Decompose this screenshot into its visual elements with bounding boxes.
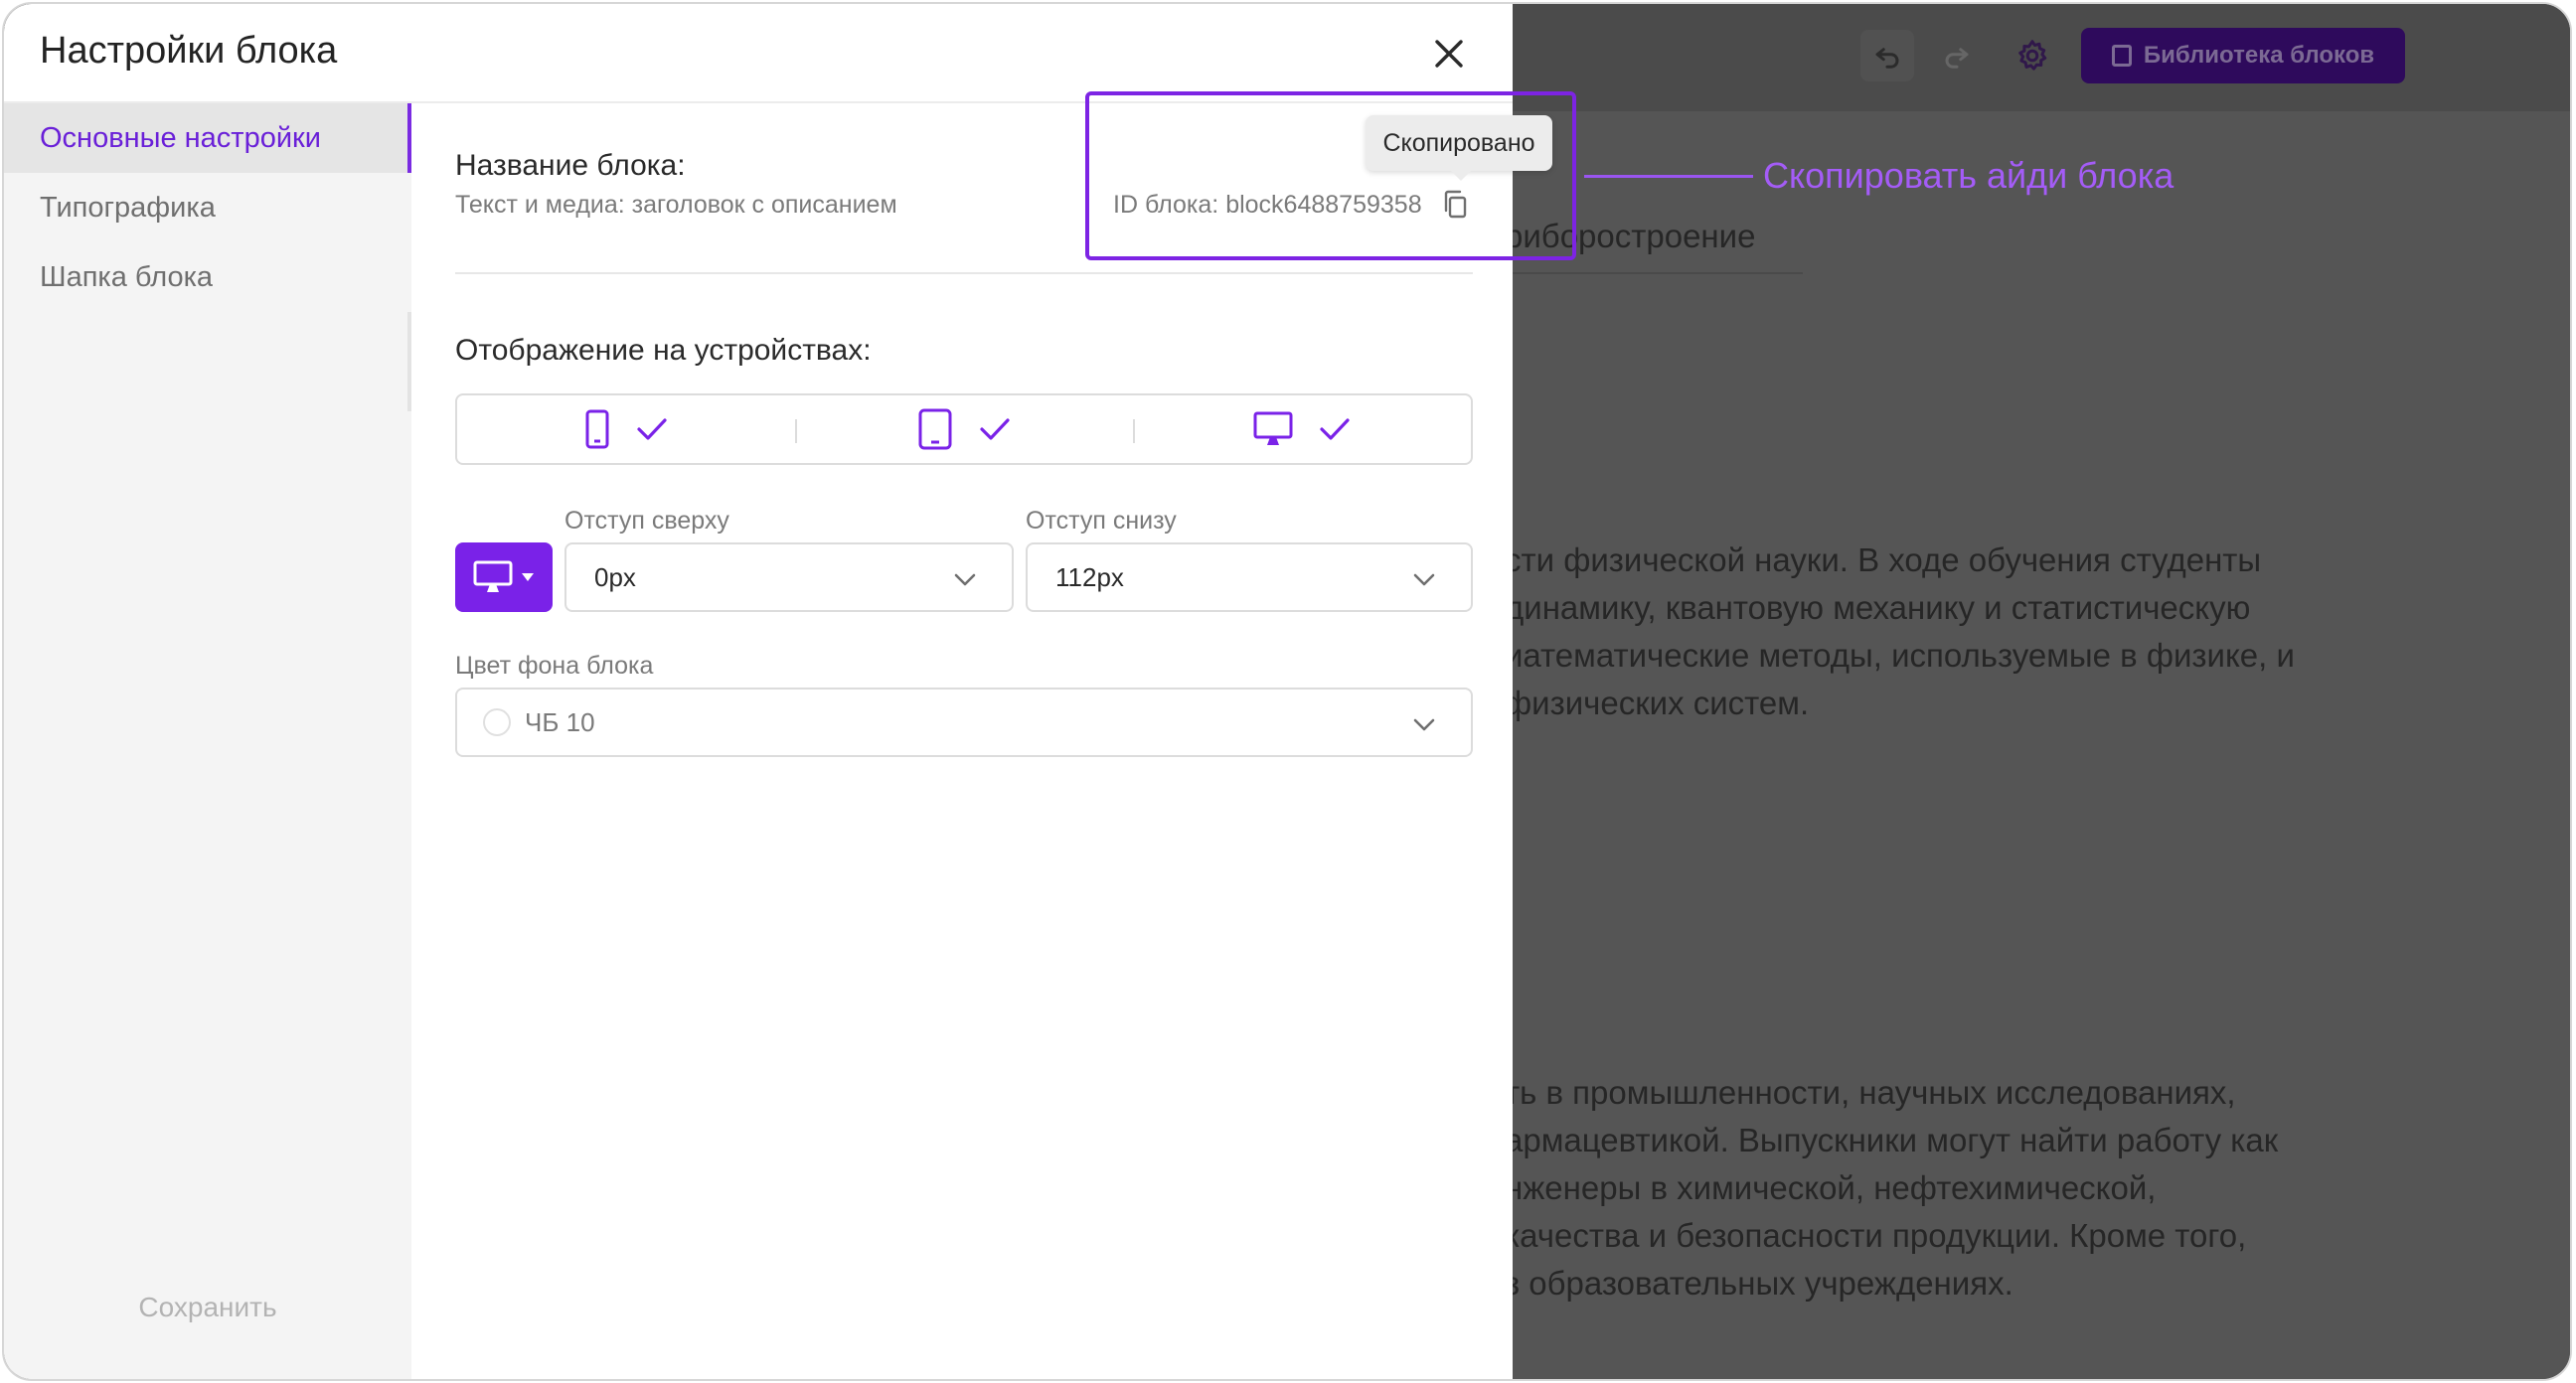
settings-content: Название блока: Текст и медиа: заголовок… [411, 103, 1513, 1379]
tablet-icon [918, 408, 952, 450]
padding-bottom-label: Отступ снизу [1026, 507, 1177, 535]
content-divider [455, 272, 1473, 274]
devices-label: Отображение на устройствах: [455, 334, 872, 367]
device-toggle-desktop[interactable] [1133, 395, 1471, 463]
background-divider [1505, 272, 1803, 274]
bg-color-label: Цвет фона блока [455, 652, 654, 680]
redo-icon [1945, 48, 1969, 69]
undo-icon [1875, 48, 1899, 69]
padding-top-select[interactable]: 0px [564, 542, 1014, 612]
chevron-down-icon [1413, 573, 1435, 586]
block-library-label: Библиотека блоков [2143, 42, 2375, 69]
padding-top-label: Отступ сверху [564, 507, 729, 535]
device-visibility-toggles [455, 393, 1473, 465]
chevron-down-icon [954, 573, 976, 586]
bg-color-select[interactable]: ЧБ 10 [455, 688, 1473, 757]
check-icon [1320, 418, 1350, 440]
library-icon [2111, 45, 2132, 67]
device-toggle-tablet[interactable] [795, 395, 1133, 463]
callout-label: Скопировать айди блока [1763, 155, 2174, 196]
close-icon [1435, 40, 1463, 68]
nav-item-main-settings[interactable]: Основные настройки [4, 103, 411, 173]
block-name-label: Название блока: [455, 149, 686, 182]
block-name-value: Текст и медиа: заголовок с описанием [455, 191, 897, 219]
chevron-down-icon [1413, 718, 1435, 731]
phone-icon [585, 409, 609, 449]
copied-tooltip: Скопировано [1366, 115, 1552, 181]
gear-icon [2018, 40, 2047, 71]
background-paragraph-2: ть в промышленности, научных исследовани… [1505, 1074, 2279, 1302]
modal-header: Настройки блока [4, 4, 1513, 103]
caret-down-icon [522, 573, 534, 581]
settings-sidebar: Основные настройки Типографика Шапка бло… [4, 103, 411, 1379]
close-button[interactable] [1427, 32, 1471, 76]
desktop-icon [473, 560, 513, 592]
undo-button[interactable] [1860, 30, 1914, 81]
app-frame: Библиотека блоков риборостроение сти физ… [2, 2, 2572, 1381]
check-icon [637, 418, 667, 440]
padding-bottom-value: 112px [1055, 561, 1124, 592]
padding-bottom-select[interactable]: 112px [1026, 542, 1473, 612]
block-library-button[interactable]: Библиотека блоков [2081, 28, 2405, 83]
device-selector-dropdown[interactable] [455, 542, 553, 612]
padding-top-value: 0px [594, 561, 636, 592]
settings-button[interactable] [2006, 30, 2059, 81]
check-icon [980, 418, 1010, 440]
save-button[interactable]: Сохранить [4, 1292, 411, 1323]
desktop-icon [1253, 411, 1293, 445]
redo-button[interactable] [1930, 30, 1984, 81]
color-swatch [483, 708, 511, 736]
nav-item-typography[interactable]: Типографика [4, 173, 411, 242]
callout-line [1584, 175, 1753, 178]
nav-item-block-header[interactable]: Шапка блока [4, 242, 411, 312]
bg-color-value: ЧБ 10 [525, 706, 595, 737]
background-paragraph-1: сти физической науки. В ходе обучения ст… [1505, 541, 2295, 721]
modal-title: Настройки блока [40, 30, 338, 72]
device-toggle-phone[interactable] [457, 395, 795, 463]
